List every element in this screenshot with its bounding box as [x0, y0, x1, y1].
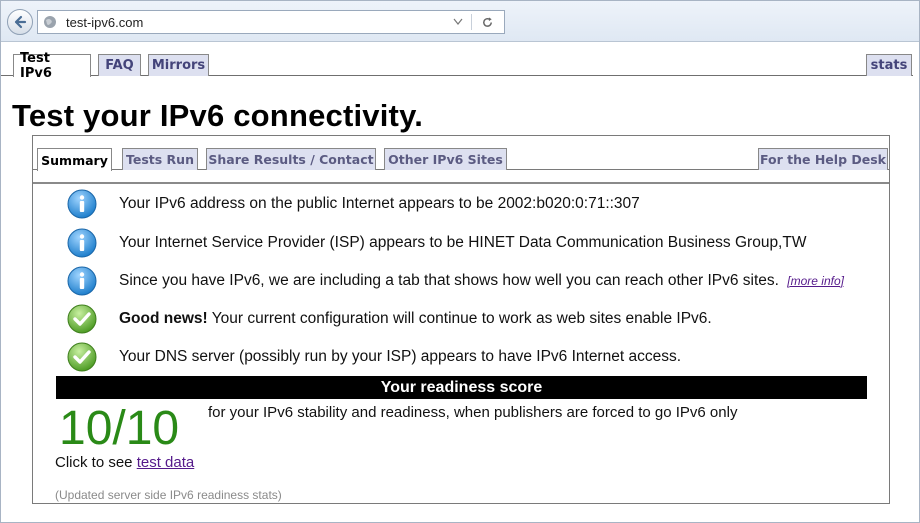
message-text-body: Since you have IPv6, we are including a …	[119, 272, 779, 289]
message-text: Your Internet Service Provider (ISP) app…	[119, 234, 807, 251]
info-icon	[67, 266, 97, 296]
dropdown-arrow-icon[interactable]	[449, 13, 467, 31]
tab-faq[interactable]: FAQ	[98, 54, 141, 76]
message-row: Your IPv6 address on the public Internet…	[67, 188, 640, 220]
results-panel: Summary Tests Run Share Results / Contac…	[32, 135, 890, 504]
globe-icon	[42, 14, 58, 30]
back-button[interactable]	[7, 9, 33, 35]
message-text: Your DNS server (possibly run by your IS…	[119, 348, 681, 365]
readiness-score: 10/10	[59, 402, 180, 455]
check-icon	[67, 304, 97, 334]
page-title: Test your IPv6 connectivity.	[12, 98, 424, 133]
more-info-link[interactable]: [more info]	[787, 274, 844, 288]
tab-help-desk[interactable]: For the Help Desk	[758, 148, 888, 170]
tab-other-ipv6-sites[interactable]: Other IPv6 Sites	[384, 148, 507, 170]
readiness-description: for your IPv6 stability and readiness, w…	[208, 404, 738, 421]
address-separator	[471, 14, 472, 30]
test-data-prompt: Click to see test data	[55, 454, 194, 471]
test-data-prefix: Click to see	[55, 454, 137, 471]
updated-stats-note: (Updated server side IPv6 readiness stat…	[55, 488, 282, 502]
message-text-body: Your current configuration will continue…	[207, 310, 712, 327]
message-text: Since you have IPv6, we are including a …	[119, 272, 844, 290]
message-row: Since you have IPv6, we are including a …	[67, 265, 844, 297]
tab-summary[interactable]: Summary	[37, 148, 112, 171]
address-bar[interactable]: test-ipv6.com	[37, 10, 505, 34]
tab-share-results[interactable]: Share Results / Contact	[206, 148, 376, 170]
message-text: Your IPv6 address on the public Internet…	[119, 195, 640, 212]
message-row: Your Internet Service Provider (ISP) app…	[67, 227, 806, 259]
tab-stats[interactable]: stats	[866, 54, 912, 76]
tab-mirrors[interactable]: Mirrors	[148, 54, 209, 76]
good-news-label: Good news!	[119, 310, 208, 327]
tab-tests-run[interactable]: Tests Run	[122, 148, 198, 170]
readiness-header: Your readiness score	[56, 376, 867, 399]
info-icon	[67, 228, 97, 258]
check-icon	[67, 342, 97, 372]
message-text: Good news! Your current configuration wi…	[119, 310, 712, 328]
back-arrow-icon	[14, 15, 27, 29]
url-text[interactable]: test-ipv6.com	[66, 15, 449, 30]
tab-test-ipv6[interactable]: Test IPv6	[13, 51, 91, 81]
message-row: Your DNS server (possibly run by your IS…	[67, 341, 681, 373]
info-icon	[67, 189, 97, 219]
test-data-link[interactable]: test data	[137, 454, 195, 471]
inner-content-divider	[33, 182, 889, 184]
message-row: Good news! Your current configuration wi…	[67, 303, 712, 335]
browser-toolbar: test-ipv6.com	[1, 1, 919, 42]
reload-icon[interactable]	[478, 13, 496, 31]
